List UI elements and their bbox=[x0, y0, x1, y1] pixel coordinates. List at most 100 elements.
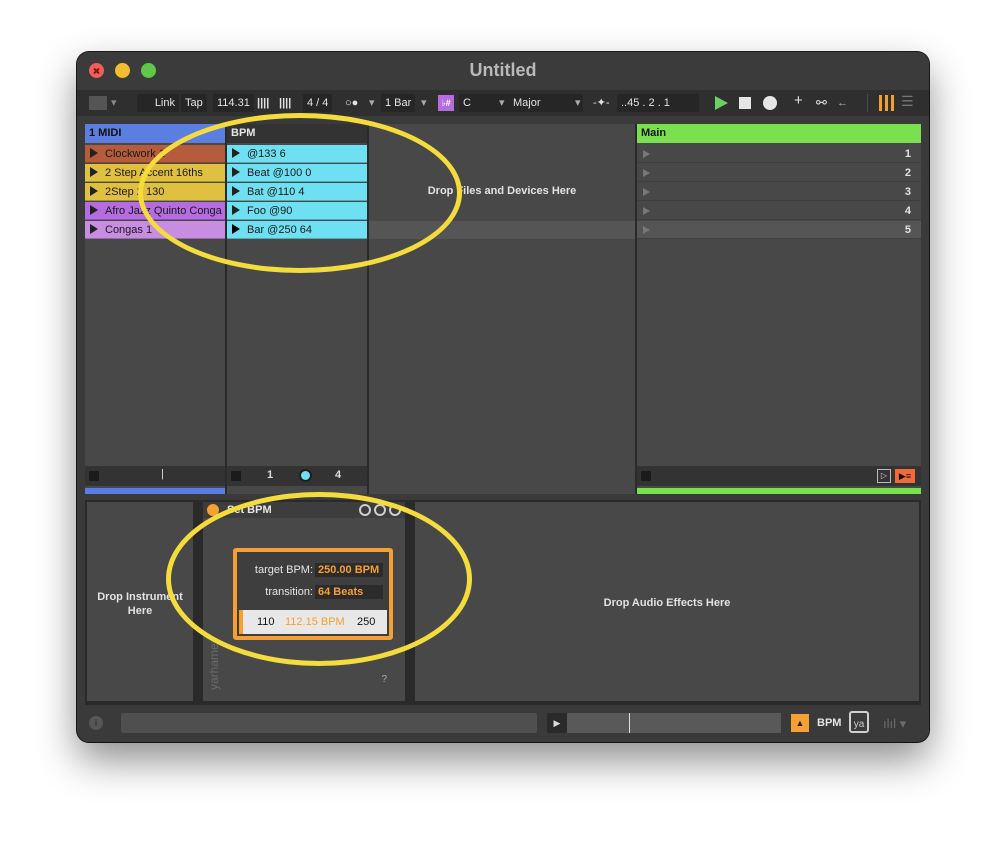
track-footer-marker: | bbox=[161, 468, 164, 480]
clip-slot[interactable]: @133 6 bbox=[227, 145, 367, 163]
automation-icon[interactable]: ⚯ bbox=[816, 94, 827, 112]
scene-launch[interactable]: 2 bbox=[637, 164, 921, 182]
playing-clip-icon[interactable] bbox=[232, 224, 240, 234]
clip-slot[interactable]: Clockwork 1 bbox=[85, 145, 225, 163]
stop-clips-button[interactable] bbox=[231, 471, 241, 481]
track-header[interactable]: 1 MIDI bbox=[85, 124, 225, 143]
scene-launch[interactable]: 3 bbox=[637, 183, 921, 201]
stop-button[interactable] bbox=[739, 97, 751, 109]
launch-scene-icon[interactable] bbox=[643, 226, 650, 234]
info-icon[interactable]: i bbox=[89, 716, 103, 730]
quantize-menu[interactable]: 1 Bar bbox=[381, 94, 416, 112]
track-header[interactable]: Main bbox=[637, 124, 921, 143]
launch-scene-icon[interactable] bbox=[643, 188, 650, 196]
overview-play-icon[interactable]: ▶ bbox=[547, 713, 567, 733]
transition-row: transition: 64 Beats bbox=[237, 584, 389, 600]
launch-scene-icon[interactable] bbox=[643, 207, 650, 215]
clip-name: Bar @250 64 bbox=[247, 224, 312, 236]
chevron-down-icon[interactable]: ▾ bbox=[575, 94, 581, 112]
add-icon[interactable]: + bbox=[794, 92, 803, 110]
clip-name: Foo @90 bbox=[247, 205, 293, 217]
hot-swap-icon[interactable] bbox=[359, 504, 371, 516]
selected-device-box[interactable]: ya bbox=[849, 711, 869, 733]
link-button[interactable]: Link bbox=[137, 94, 179, 112]
play-clip-icon[interactable] bbox=[90, 224, 98, 234]
play-clip-icon[interactable] bbox=[232, 186, 240, 196]
track-header[interactable]: BPM bbox=[227, 124, 367, 143]
clip-slot[interactable]: Congas 1 bbox=[85, 221, 225, 239]
capture-icon[interactable]: ▷ bbox=[877, 469, 891, 483]
target-bpm-field[interactable]: 250.00 BPM bbox=[315, 563, 383, 577]
play-clip-icon[interactable] bbox=[232, 148, 240, 158]
session-record-icon[interactable] bbox=[299, 469, 312, 482]
track-color-bar bbox=[85, 488, 225, 494]
play-button[interactable] bbox=[715, 96, 728, 110]
play-clip-icon[interactable] bbox=[90, 205, 98, 215]
nudge-down-icon[interactable]: |||| bbox=[257, 94, 269, 112]
device-grip[interactable] bbox=[195, 504, 199, 694]
metronome-icon[interactable]: ○● bbox=[345, 94, 358, 112]
track-main: Main 1 2 3 4 5 ▷ ▶≡ bbox=[637, 124, 921, 494]
scene-row-highlight bbox=[369, 221, 635, 239]
time-signature-field[interactable]: 4 / 4 bbox=[303, 94, 333, 112]
clip-name: Clockwork 1 bbox=[105, 148, 165, 160]
stop-clips-button[interactable] bbox=[89, 471, 99, 481]
effects-drop-zone[interactable]: Drop Audio Effects Here bbox=[415, 502, 919, 701]
launch-scene-icon[interactable] bbox=[643, 150, 650, 158]
chevron-down-icon[interactable]: ▾ bbox=[369, 94, 375, 112]
clip-slot[interactable]: 2 Step Accent 16ths bbox=[85, 164, 225, 182]
device-title: Set BPM bbox=[227, 504, 272, 516]
clip-slot[interactable]: Beat @100 0 bbox=[227, 164, 367, 182]
scene-launch[interactable]: 5 bbox=[637, 221, 921, 239]
track-fold-icon[interactable]: ▲ bbox=[791, 714, 809, 732]
chevron-down-icon[interactable]: ▾ bbox=[499, 94, 505, 112]
key-scale-icon[interactable]: ♭# bbox=[438, 95, 454, 111]
play-clip-icon[interactable] bbox=[232, 205, 240, 215]
help-icon[interactable]: ? bbox=[381, 674, 387, 685]
device-set-bpm: Set BPM yarhamer target BPM: 250.00 BPM … bbox=[203, 502, 405, 701]
session-record-icon[interactable]: ▶≡ bbox=[895, 469, 915, 483]
play-clip-icon[interactable] bbox=[90, 148, 98, 158]
scene-number: 3 bbox=[904, 186, 911, 198]
device-header-icons bbox=[356, 504, 401, 519]
play-clip-icon[interactable] bbox=[90, 186, 98, 196]
launch-scene-icon[interactable] bbox=[643, 169, 650, 177]
track-footer-left: 1 bbox=[267, 469, 274, 481]
clip-slot[interactable]: Bat @110 4 bbox=[227, 183, 367, 201]
instrument-drop-zone[interactable]: Drop Instrument Here bbox=[87, 502, 193, 701]
transition-field[interactable]: 64 Beats bbox=[315, 585, 383, 599]
view-toggle-icon[interactable] bbox=[89, 96, 107, 110]
overview-scrubber[interactable] bbox=[567, 713, 781, 733]
session-view-icon[interactable] bbox=[879, 95, 894, 111]
tap-button[interactable]: Tap bbox=[181, 94, 207, 112]
edit-device-icon[interactable] bbox=[374, 504, 386, 516]
chevron-down-icon[interactable]: ▾ bbox=[111, 94, 117, 112]
track-bpm: BPM @133 6 Beat @100 0 Bat @110 4 Foo @9… bbox=[227, 124, 367, 494]
stop-all-clips-button[interactable] bbox=[641, 471, 651, 481]
scene-launch[interactable]: 4 bbox=[637, 202, 921, 220]
arrangement-view-icon[interactable]: ☰ bbox=[901, 92, 914, 110]
clip-slot[interactable]: 2Step 2 130 bbox=[85, 183, 225, 201]
scale-menu[interactable]: Major bbox=[509, 94, 583, 112]
follow-icon[interactable]: -✦- bbox=[593, 94, 610, 112]
clip-slot[interactable]: Bar @250 64 bbox=[227, 221, 367, 239]
clip-slot[interactable]: Foo @90 bbox=[227, 202, 367, 220]
clip-slot[interactable]: Afro Jazz Quinto Conga bbox=[85, 202, 225, 220]
save-preset-icon[interactable] bbox=[389, 504, 401, 516]
back-to-arrangement-icon[interactable]: ← bbox=[837, 94, 848, 112]
device-power-button[interactable] bbox=[207, 504, 219, 516]
tempo-field[interactable]: 114.31 bbox=[213, 94, 254, 112]
drop-zone[interactable]: Drop Files and Devices Here bbox=[369, 124, 635, 494]
play-clip-icon[interactable] bbox=[232, 167, 240, 177]
nudge-up-icon[interactable]: |||| bbox=[279, 94, 291, 112]
chevron-down-icon[interactable]: ▾ bbox=[421, 94, 427, 112]
cpu-meter-icon[interactable]: ılıl ▾ bbox=[883, 716, 906, 732]
clip-name: 2Step 2 130 bbox=[105, 186, 165, 198]
record-button[interactable] bbox=[763, 96, 777, 110]
clip-name: Beat @100 0 bbox=[247, 167, 312, 179]
meter-start-value: 110 bbox=[257, 616, 275, 628]
device-vendor-label: yarhamer bbox=[207, 639, 221, 690]
play-clip-icon[interactable] bbox=[90, 167, 98, 177]
scene-launch[interactable]: 1 bbox=[637, 145, 921, 163]
arrangement-position-field[interactable]: ..45 . 2 . 1 bbox=[617, 94, 699, 112]
